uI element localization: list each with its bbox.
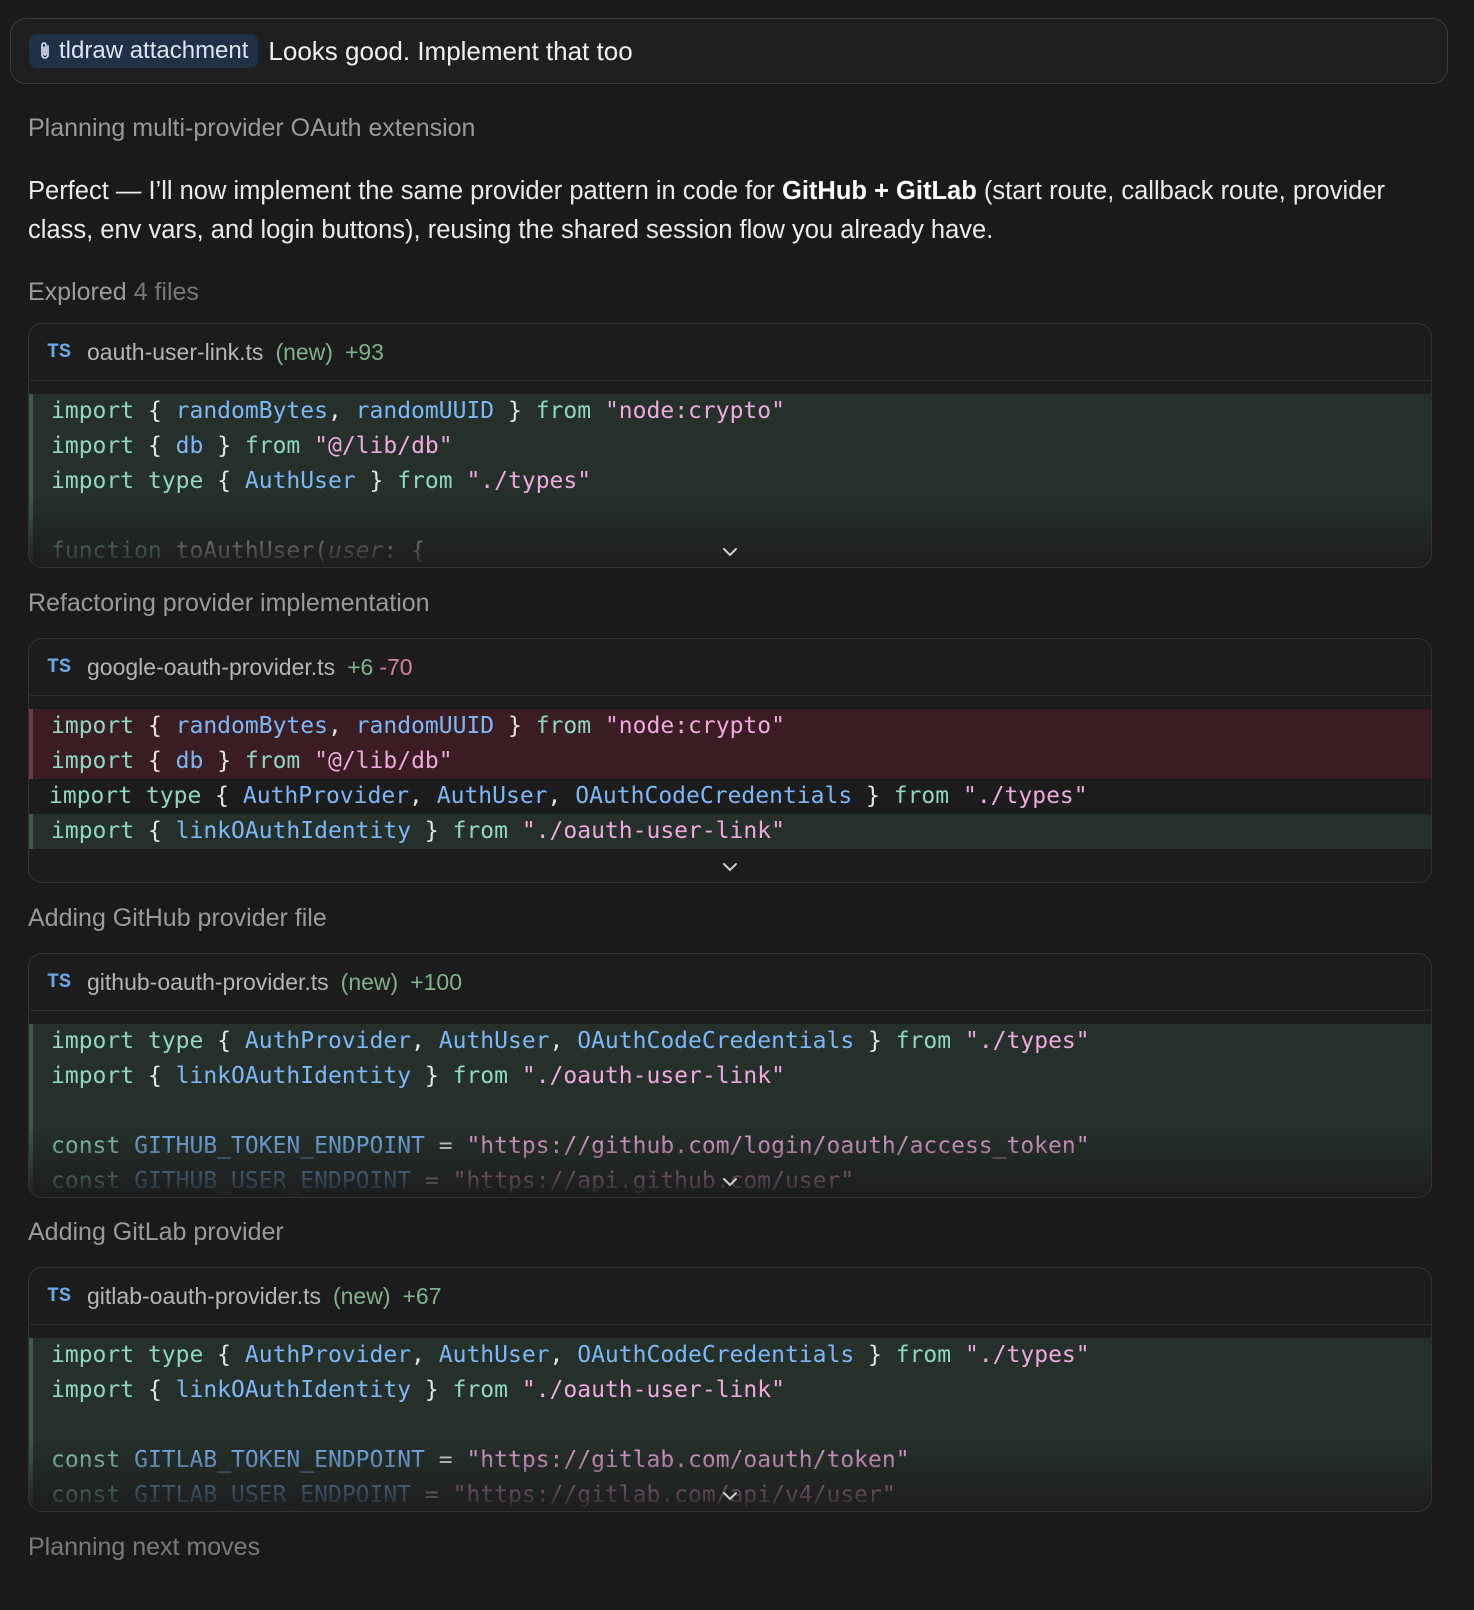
assistant-paragraph: Perfect — I’ll now implement the same pr… — [28, 172, 1428, 250]
typescript-icon: TS — [47, 340, 72, 364]
code-line: import { linkOAuthIdentity } from "./oau… — [29, 814, 1431, 849]
new-file-tag: (new) — [340, 968, 399, 995]
step-refactoring: Refactoring provider implementation — [28, 589, 430, 617]
attachment-chip[interactable]: tldraw attachment — [29, 34, 259, 68]
code-block: import { randomBytes, randomUUID } from … — [29, 709, 1431, 849]
diff-card-header[interactable]: TS gitlab-oauth-provider.ts (new) +67 — [29, 1268, 1431, 1325]
code-line: const GITLAB_TOKEN_ENDPOINT = "https://g… — [29, 1443, 1431, 1478]
typescript-icon: TS — [47, 1284, 72, 1308]
step-adding-gitlab: Adding GitLab provider — [28, 1218, 284, 1246]
diff-file-name: gitlab-oauth-provider.ts — [87, 1282, 321, 1309]
diff-card-oauth-user-link[interactable]: TS oauth-user-link.ts (new) +93 import {… — [28, 323, 1432, 568]
user-message-text: Looks good. Implement that too — [268, 35, 633, 66]
diff-card-header[interactable]: TS github-oauth-provider.ts (new) +100 — [29, 954, 1431, 1011]
chevron-down-icon[interactable] — [720, 1489, 740, 1503]
new-file-tag: (new) — [275, 338, 333, 365]
chevron-down-icon[interactable] — [720, 1175, 740, 1189]
diff-card-header[interactable]: TS oauth-user-link.ts (new) +93 — [29, 324, 1431, 381]
code-line — [29, 1408, 1431, 1443]
user-message: tldraw attachment Looks good. Implement … — [10, 18, 1448, 84]
code-line: import { db } from "@/lib/db" — [29, 744, 1431, 779]
code-line: import type { AuthProvider, AuthUser, OA… — [29, 1338, 1431, 1373]
code-line: import type { AuthProvider, AuthUser, OA… — [29, 779, 1431, 814]
code-line: import { randomBytes, randomUUID } from … — [29, 709, 1431, 744]
code-line — [29, 1094, 1431, 1129]
code-line: import type { AuthUser } from "./types" — [29, 464, 1431, 499]
paperclip-icon — [39, 41, 51, 61]
new-file-tag: (new) — [332, 1282, 391, 1309]
lines-removed: -70 — [379, 653, 413, 680]
lines-added: +6 — [347, 653, 374, 680]
paragraph-bold: GitHub + GitLab — [782, 177, 977, 205]
code-line — [29, 499, 1431, 534]
lines-added: +67 — [402, 1282, 442, 1309]
code-line: import { linkOAuthIdentity } from "./oau… — [29, 1373, 1431, 1408]
chevron-down-icon[interactable] — [720, 860, 740, 874]
step-planning-next: Planning next moves — [28, 1533, 261, 1561]
step-planning: Planning multi-provider OAuth extension — [28, 114, 476, 142]
diff-card-google-oauth-provider[interactable]: TS google-oauth-provider.ts +6 -70 impor… — [28, 638, 1432, 883]
explored-files[interactable]: Explored 4 files — [28, 278, 199, 307]
diff-file-name: oauth-user-link.ts — [87, 338, 264, 365]
diff-file-name: google-oauth-provider.ts — [87, 653, 336, 680]
typescript-icon: TS — [47, 970, 72, 994]
paragraph-text-1: Perfect — I’ll now implement the same pr… — [28, 177, 783, 205]
lines-added: +93 — [344, 338, 384, 365]
diff-card-github-oauth-provider[interactable]: TS github-oauth-provider.ts (new) +100 i… — [28, 953, 1432, 1198]
code-block: import type { AuthProvider, AuthUser, OA… — [29, 1024, 1431, 1197]
code-line: import { db } from "@/lib/db" — [29, 429, 1431, 464]
diff-card-header[interactable]: TS google-oauth-provider.ts +6 -70 — [29, 639, 1431, 696]
typescript-icon: TS — [47, 655, 72, 679]
attachment-label: tldraw attachment — [59, 37, 249, 64]
explored-count: 4 files — [133, 278, 199, 306]
lines-added: +100 — [410, 968, 462, 995]
code-line: import type { AuthProvider, AuthUser, OA… — [29, 1024, 1431, 1059]
diff-card-gitlab-oauth-provider[interactable]: TS gitlab-oauth-provider.ts (new) +67 im… — [28, 1267, 1432, 1512]
code-line: const GITHUB_TOKEN_ENDPOINT = "https://g… — [29, 1129, 1431, 1164]
code-line: import { randomBytes, randomUUID } from … — [29, 394, 1431, 429]
code-line: import { linkOAuthIdentity } from "./oau… — [29, 1059, 1431, 1094]
explored-label: Explored — [28, 278, 127, 306]
diff-file-name: github-oauth-provider.ts — [87, 968, 329, 995]
code-block: import type { AuthProvider, AuthUser, OA… — [29, 1338, 1431, 1511]
step-adding-github: Adding GitHub provider file — [28, 904, 327, 932]
code-block: import { randomBytes, randomUUID } from … — [29, 394, 1431, 567]
chevron-down-icon[interactable] — [720, 545, 740, 559]
